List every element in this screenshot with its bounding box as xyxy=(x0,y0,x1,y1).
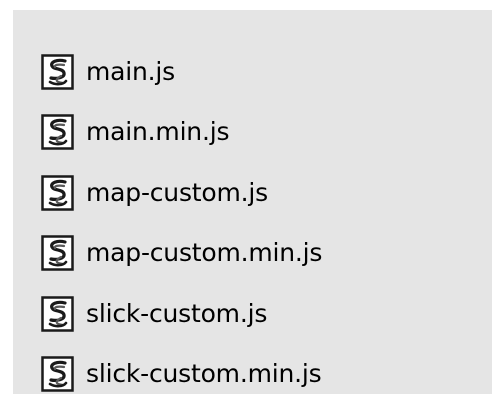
file-item-map-custom-js[interactable]: map-custom.js xyxy=(41,175,268,211)
file-list-panel: main.js main.min.js map-custom.js map-cu… xyxy=(13,10,492,394)
file-name: map-custom.js xyxy=(86,178,268,207)
file-name: main.js xyxy=(86,57,175,86)
file-name: main.min.js xyxy=(86,117,230,146)
file-item-slick-custom-min-js[interactable]: slick-custom.min.js xyxy=(41,356,322,392)
js-script-file-icon xyxy=(41,356,74,392)
file-name: slick-custom.js xyxy=(86,299,268,328)
js-script-file-icon xyxy=(41,114,74,150)
file-item-main-js[interactable]: main.js xyxy=(41,54,175,90)
file-name: slick-custom.min.js xyxy=(86,359,322,388)
js-script-file-icon xyxy=(41,296,74,332)
file-list: main.js main.min.js map-custom.js map-cu… xyxy=(13,10,492,394)
js-script-file-icon xyxy=(41,54,74,90)
js-script-file-icon xyxy=(41,175,74,211)
file-item-slick-custom-js[interactable]: slick-custom.js xyxy=(41,296,267,332)
file-name: map-custom.min.js xyxy=(86,238,323,267)
file-item-main-min-js[interactable]: main.min.js xyxy=(41,114,229,150)
file-item-map-custom-min-js[interactable]: map-custom.min.js xyxy=(41,235,322,271)
js-script-file-icon xyxy=(41,235,74,271)
